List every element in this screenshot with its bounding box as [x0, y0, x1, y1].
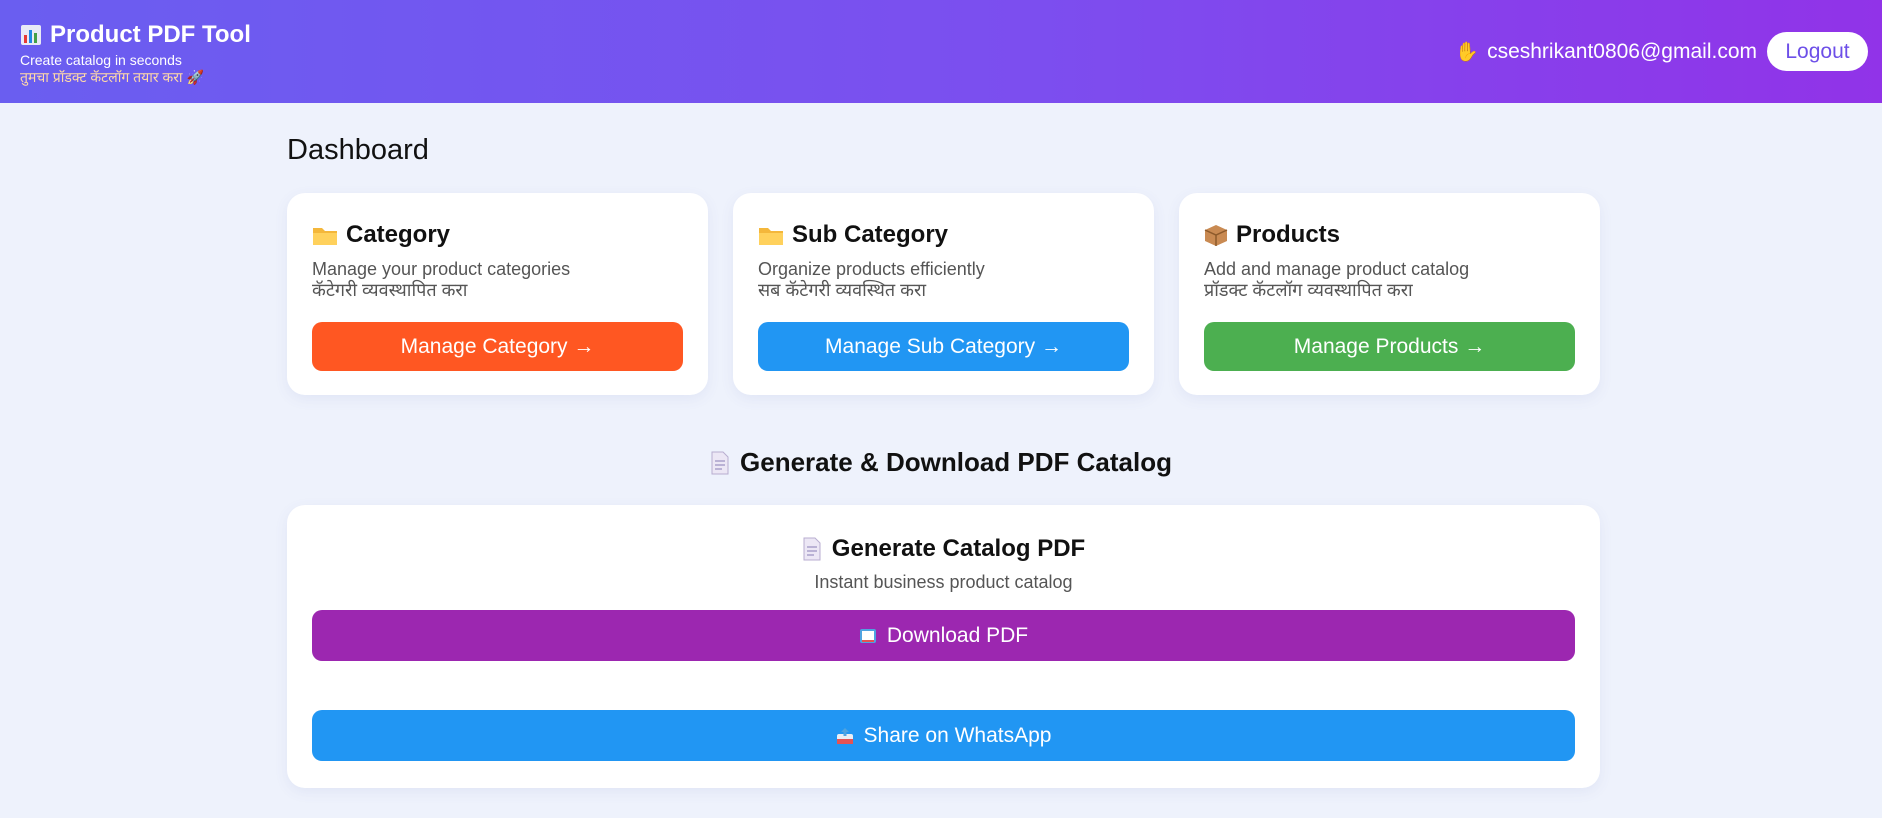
sub-category-card-header: Sub Category — [758, 219, 1129, 251]
products-card-desc: Add and manage product catalog — [1204, 259, 1470, 279]
brand-title: Product PDF Tool — [20, 20, 251, 50]
category-card-title: Category — [346, 221, 451, 248]
manage-category-button[interactable]: Manage Category → — [312, 322, 683, 371]
user-email-text: cseshrikant0806@gmail.com — [1487, 39, 1757, 63]
manage-sub-category-button[interactable]: Manage Sub Category → — [758, 322, 1129, 371]
brand-title-text: Product PDF Tool — [50, 21, 251, 48]
download-pdf-button[interactable]: Download PDF — [312, 610, 1575, 661]
outbox-icon — [836, 727, 853, 744]
bar-chart-icon — [21, 25, 41, 45]
sub-category-card-desc: Organize products efficiently — [758, 259, 985, 279]
sub-category-card: Sub Category Organize products efficient… — [733, 193, 1154, 395]
products-card: Products Add and manage product catalog … — [1179, 193, 1600, 395]
download-pdf-label: Download PDF — [886, 623, 1029, 647]
brand-tagline: Create catalog in seconds — [20, 52, 182, 68]
waving-hand-icon: ✋ — [1455, 41, 1480, 63]
app-header: Product PDF Tool Create catalog in secon… — [0, 0, 1882, 103]
products-card-header: Products — [1204, 219, 1575, 251]
user-email: ✋ cseshrikant0806@gmail.com — [1455, 40, 1757, 64]
logout-button[interactable]: Logout — [1767, 32, 1868, 71]
user-area: ✋ cseshrikant0806@gmail.com Logout — [1455, 32, 1868, 71]
share-whatsapp-label: Share on WhatsApp — [863, 723, 1052, 747]
brand: Product PDF Tool Create catalog in secon… — [20, 20, 251, 86]
category-card: Category Manage your product categories … — [287, 193, 708, 395]
brand-tagline-marathi: तुमचा प्रॉडक्ट कॅटलॉग तयार करा 🚀 — [20, 69, 204, 85]
category-card-desc-marathi: कॅटेगरी व्यवस्थापित करा — [312, 280, 468, 300]
pdf-section-title: Generate & Download PDF Catalog — [0, 447, 1882, 478]
document-icon — [711, 451, 729, 474]
document-icon — [803, 537, 821, 561]
category-card-desc: Manage your product categories — [312, 259, 571, 279]
share-whatsapp-button[interactable]: Share on WhatsApp — [312, 710, 1575, 761]
category-card-header: Category — [312, 219, 683, 251]
folder-icon — [759, 228, 783, 245]
products-card-desc-marathi: प्रॉडक्ट कॅटलॉग व्यवस्थापित करा — [1204, 280, 1413, 300]
pdf-section-title-text: Generate & Download PDF Catalog — [740, 447, 1172, 477]
generate-catalog-card: Generate Catalog PDF Instant business pr… — [287, 505, 1600, 788]
sub-category-card-title: Sub Category — [792, 221, 949, 248]
generate-catalog-title: Generate Catalog PDF — [831, 535, 1086, 562]
book-icon — [859, 628, 876, 643]
folder-icon — [313, 228, 337, 245]
sub-category-card-desc-marathi: सब कॅटेगरी व्यवस्थित करा — [758, 280, 927, 300]
manage-products-button[interactable]: Manage Products → — [1204, 322, 1575, 371]
products-card-title: Products — [1236, 221, 1341, 248]
generate-catalog-subtitle: Instant business product catalog — [814, 572, 1073, 592]
page-title: Dashboard — [287, 134, 429, 166]
package-icon — [1204, 225, 1228, 246]
generate-catalog-header: Generate Catalog PDF — [287, 535, 1600, 563]
